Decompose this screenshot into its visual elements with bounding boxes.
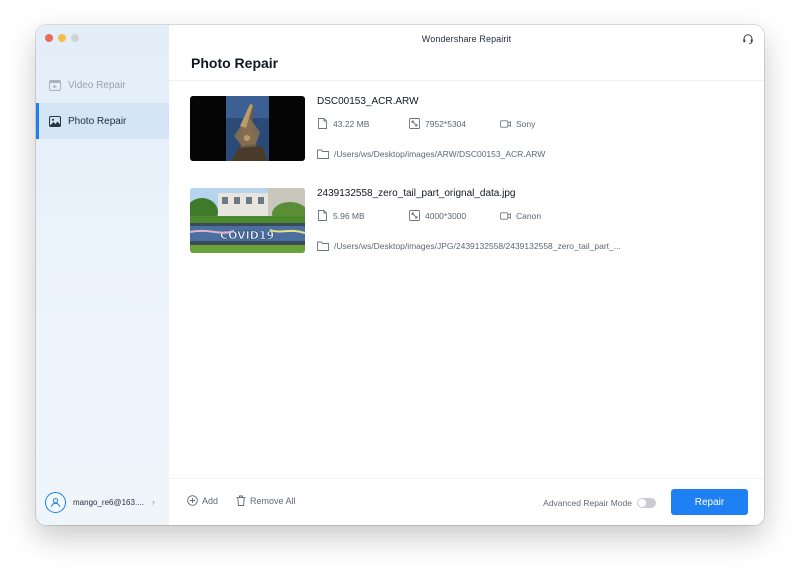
zoom-window-button[interactable]: [71, 34, 79, 42]
resolution-icon: [409, 118, 420, 129]
svg-text:COVID19: COVID19: [220, 229, 274, 242]
file-path: /Users/ws/Desktop/images/JPG/2439132558/…: [317, 240, 621, 251]
file-size-value: 5.96 MB: [333, 210, 365, 221]
headset-support-icon[interactable]: [742, 32, 754, 45]
file-resolution: 7952*5304: [409, 118, 466, 129]
file-size: 43.22 MB: [317, 118, 369, 129]
add-button[interactable]: Add: [187, 495, 218, 506]
user-name: mango_re6@163....: [73, 497, 144, 507]
plus-circle-icon: [187, 495, 198, 506]
folder-icon: [317, 240, 329, 251]
file-resolution-value: 7952*5304: [425, 118, 467, 129]
divider: [169, 80, 764, 81]
camera-icon: [500, 118, 511, 129]
user-account[interactable]: mango_re6@163.... ›: [36, 479, 169, 525]
file-size-value: 43.22 MB: [333, 118, 370, 129]
file-resolution-value: 4000*3000: [425, 210, 467, 221]
app-window: Video Repair Photo Repair mango_re6@163.…: [36, 25, 764, 525]
file-path-value: /Users/ws/Desktop/images/JPG/2439132558/…: [334, 240, 621, 251]
remove-all-button[interactable]: Remove All: [235, 495, 296, 506]
close-window-button[interactable]: [45, 34, 53, 42]
sidebar-item-photo-repair[interactable]: Photo Repair: [36, 103, 169, 139]
file-name: DSC00153_ACR.ARW: [317, 96, 419, 107]
file-path-value: /Users/ws/Desktop/images/ARW/DSC00153_AC…: [334, 148, 546, 159]
file-icon: [317, 118, 328, 129]
sidebar-item-label: Video Repair: [68, 79, 126, 91]
user-avatar-icon: [45, 491, 66, 513]
remove-all-button-label: Remove All: [250, 495, 296, 506]
page-title: Photo Repair: [191, 55, 279, 71]
file-camera: Sony: [500, 118, 535, 129]
sidebar-item-label: Photo Repair: [68, 115, 127, 127]
camera-icon: [500, 210, 511, 221]
video-repair-icon: [49, 79, 61, 91]
minimize-window-button[interactable]: [58, 34, 66, 42]
file-camera-value: Sony: [516, 118, 536, 129]
sidebar-item-video-repair[interactable]: Video Repair: [36, 67, 169, 103]
chevron-right-icon: ›: [151, 497, 155, 507]
main-content: Wondershare Repairit Photo Repair DSC001…: [169, 25, 764, 525]
sidebar: Video Repair Photo Repair mango_re6@163.…: [36, 25, 169, 525]
trash-icon: [235, 495, 246, 506]
repair-button[interactable]: Repair: [671, 489, 748, 515]
file-list-item[interactable]: COVID19 2439132558_zero_tail_part_origna…: [190, 188, 750, 254]
window-title: Wondershare Repairit: [421, 34, 512, 44]
file-list-item[interactable]: DSC00153_ACR.ARW 43.22 MB 7952*5304 Sony…: [190, 96, 750, 162]
file-name: 2439132558_zero_tail_part_orignal_data.j…: [317, 188, 516, 199]
file-camera: Canon: [500, 210, 541, 221]
file-camera-value: Canon: [516, 210, 542, 221]
file-size: 5.96 MB: [317, 210, 365, 221]
file-path: /Users/ws/Desktop/images/ARW/DSC00153_AC…: [317, 148, 545, 159]
bottom-toolbar: Add Remove All Advanced Repair Mode Repa…: [169, 478, 764, 525]
photo-thumbnail: [190, 96, 305, 161]
folder-icon: [317, 148, 329, 159]
window-controls: [45, 34, 79, 42]
file-icon: [317, 210, 328, 221]
advanced-repair-mode-label: Advanced Repair Mode: [543, 498, 632, 508]
photo-thumbnail: COVID19: [190, 188, 305, 253]
file-resolution: 4000*3000: [409, 210, 466, 221]
add-button-label: Add: [202, 495, 219, 506]
advanced-repair-mode-toggle[interactable]: [637, 498, 656, 508]
photo-repair-icon: [49, 115, 61, 127]
resolution-icon: [409, 210, 420, 221]
